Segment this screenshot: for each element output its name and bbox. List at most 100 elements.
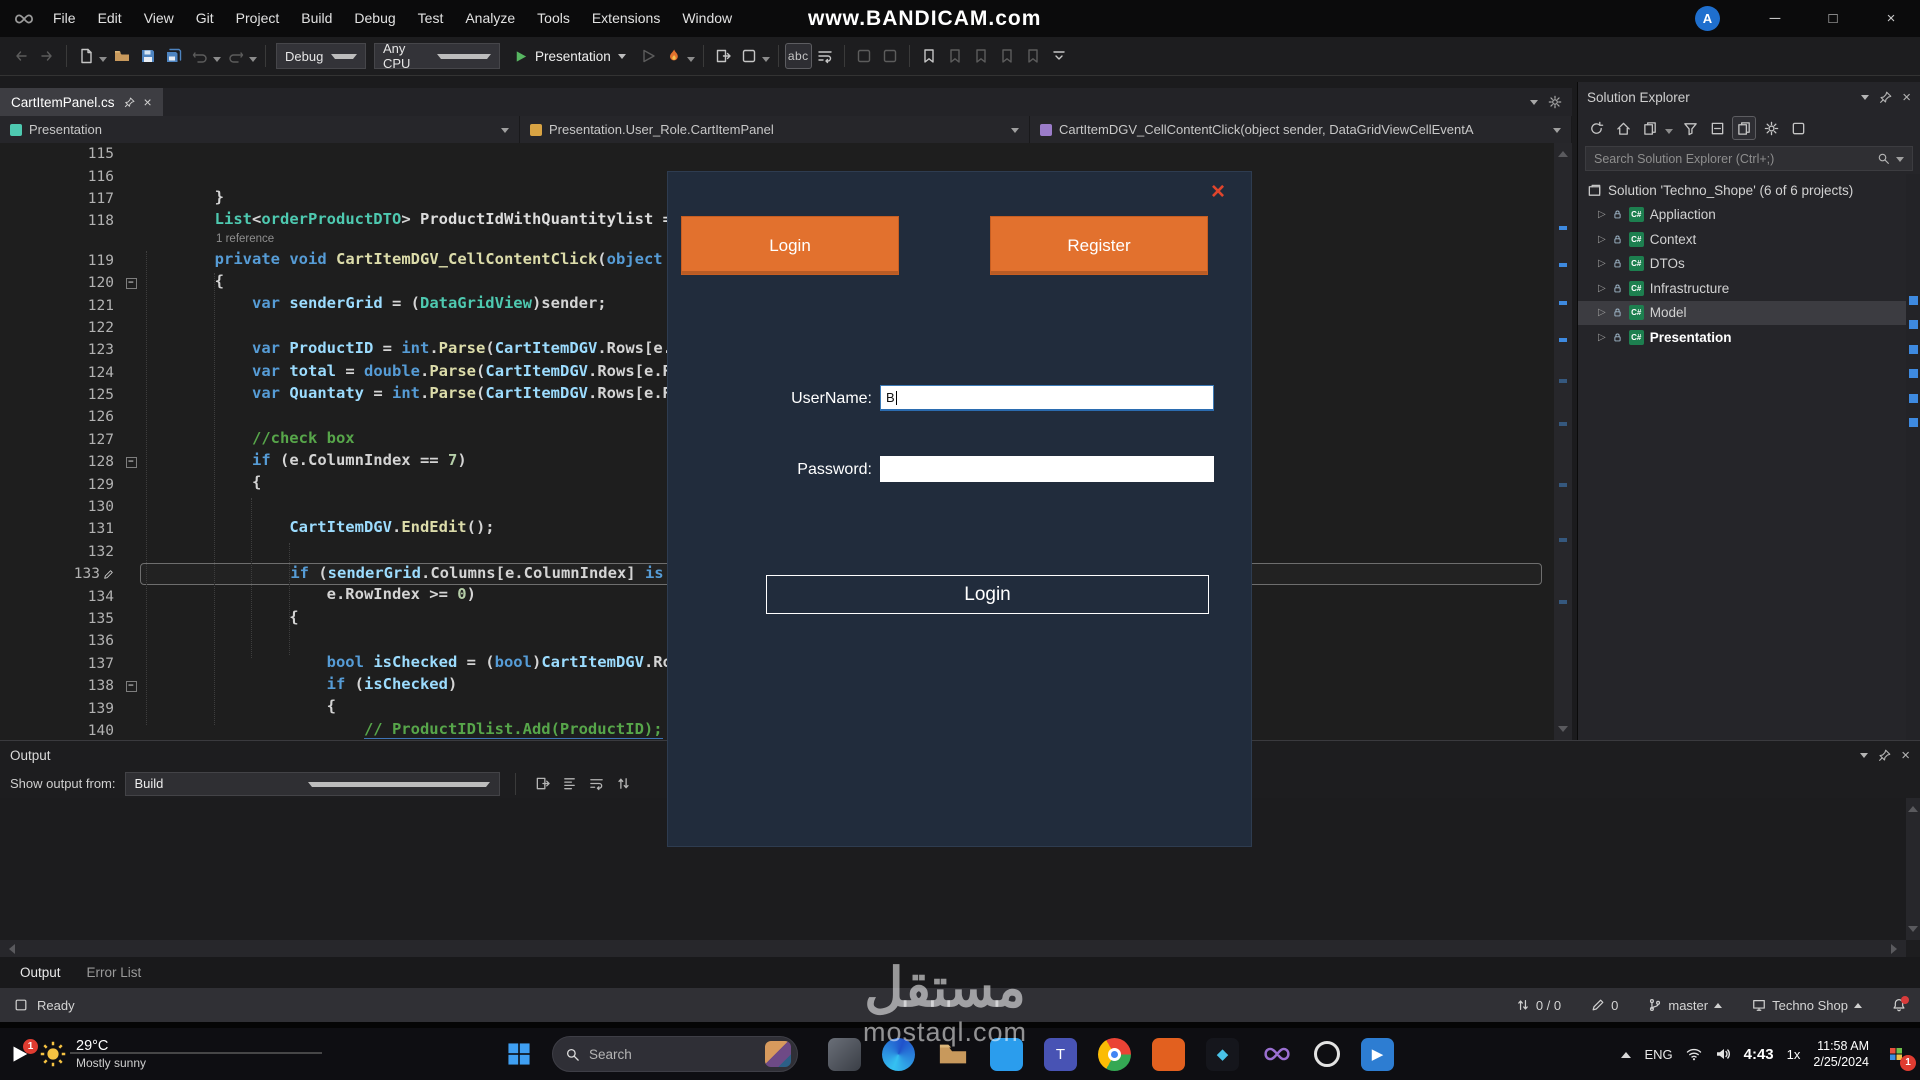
breadcrumb-1[interactable]: Presentation.User_Role.CartItemPanel — [520, 116, 1030, 143]
line-change-counter[interactable]: 0 / 0 — [1516, 998, 1561, 1013]
minimize-button[interactable]: ─ — [1746, 0, 1804, 37]
search-highlight-thumbnail[interactable] — [765, 1041, 791, 1067]
bandicam-scrub-bar[interactable] — [70, 1052, 322, 1054]
show-all-files-icon[interactable] — [1732, 116, 1756, 140]
visual-studio-icon[interactable] — [1260, 1038, 1293, 1071]
goto-message-icon[interactable] — [531, 772, 554, 795]
build-profile-icon[interactable] — [736, 43, 762, 69]
opera-browser-icon[interactable] — [1314, 1041, 1340, 1067]
output-source-dropdown[interactable]: Build — [125, 772, 500, 796]
login-submit-button[interactable]: Login — [766, 575, 1209, 614]
scrollbar-up-arrow[interactable] — [1558, 146, 1568, 157]
line-number[interactable]: 128 — [0, 451, 122, 473]
breadcrumb-0[interactable]: Presentation — [0, 116, 520, 143]
line-number[interactable]: 115 — [0, 143, 122, 165]
clock[interactable]: 11:58 AM 2/25/2024 — [1813, 1038, 1869, 1071]
tree-item-presentation[interactable]: ▷C#Presentation — [1578, 325, 1920, 350]
sync-with-active-document-icon[interactable] — [1584, 116, 1608, 140]
start-debugging-button[interactable]: Presentation — [504, 49, 635, 64]
solution-configurations-dropdown[interactable]: Debug — [276, 43, 366, 69]
dropdown-chevron-icon[interactable] — [762, 57, 770, 66]
pending-changes-filter-icon[interactable] — [1678, 116, 1702, 140]
close-panel-icon[interactable]: × — [1902, 89, 1911, 106]
close-tab-icon[interactable]: × — [144, 95, 152, 109]
line-number[interactable]: 121 — [0, 294, 122, 316]
tree-item-context[interactable]: ▷C#Context — [1578, 227, 1920, 252]
switch-views-icon[interactable] — [1638, 116, 1662, 140]
dropdown-chevron-icon[interactable] — [1665, 129, 1673, 138]
bandicam-app-icon[interactable] — [1152, 1038, 1185, 1071]
autoscroll-icon[interactable] — [612, 772, 635, 795]
menu-analyze[interactable]: Analyze — [454, 0, 526, 37]
tree-item-solution[interactable]: Solution 'Techno_Shope' (6 of 6 projects… — [1578, 178, 1920, 203]
register-tab-button[interactable]: Register — [990, 216, 1208, 275]
tree-item-appliaction[interactable]: ▷C#Appliaction — [1578, 203, 1920, 228]
line-number[interactable]: 133 — [0, 563, 122, 585]
menu-edit[interactable]: Edit — [87, 0, 133, 37]
uncomment-selection-icon[interactable] — [877, 43, 903, 69]
redo-icon[interactable] — [223, 43, 249, 69]
line-number[interactable]: 124 — [0, 362, 122, 384]
account-avatar[interactable]: A — [1695, 6, 1720, 31]
menu-test[interactable]: Test — [407, 0, 455, 37]
scrollbar-left-arrow[interactable] — [4, 944, 15, 954]
tray-overflow-chevron-icon[interactable] — [1621, 1047, 1631, 1058]
chevron-right-icon[interactable]: ▷ — [1598, 234, 1606, 245]
line-number[interactable]: 138 — [0, 675, 122, 697]
taskbar-search[interactable]: Search — [552, 1036, 798, 1072]
line-number[interactable]: 123 — [0, 339, 122, 361]
menu-window[interactable]: Window — [671, 0, 743, 37]
git-branch-selector[interactable]: master — [1648, 998, 1722, 1013]
movies-tv-icon[interactable]: ▶ — [1361, 1038, 1394, 1071]
file-explorer-icon[interactable] — [936, 1038, 969, 1071]
pending-edits-indicator[interactable]: 0 — [1591, 998, 1618, 1013]
scrollbar-right-arrow[interactable] — [1891, 944, 1902, 954]
menu-project[interactable]: Project — [225, 0, 291, 37]
language-indicator[interactable]: ENG — [1644, 1047, 1672, 1062]
start-without-debugging-icon[interactable] — [635, 43, 661, 69]
clear-all-icon[interactable] — [558, 772, 581, 795]
show-whitespace-icon[interactable]: abc — [785, 43, 812, 69]
menu-extensions[interactable]: Extensions — [581, 0, 671, 37]
line-number[interactable]: 127 — [0, 429, 122, 451]
new-project-icon[interactable] — [73, 43, 99, 69]
close-button[interactable]: × — [1862, 0, 1920, 37]
home-icon[interactable] — [1611, 116, 1635, 140]
next-bookmark-icon[interactable] — [968, 43, 994, 69]
hot-reload-icon[interactable] — [661, 43, 687, 69]
start-button[interactable] — [506, 1041, 532, 1067]
menu-debug[interactable]: Debug — [343, 0, 406, 37]
previous-bookmark-icon[interactable] — [942, 43, 968, 69]
menu-file[interactable]: File — [42, 0, 87, 37]
line-number[interactable]: 125 — [0, 384, 122, 406]
search-options-chevron-icon[interactable] — [1896, 157, 1904, 166]
chevron-right-icon[interactable]: ▷ — [1598, 283, 1606, 294]
line-number[interactable]: 116 — [0, 165, 122, 187]
wifi-icon[interactable] — [1686, 1046, 1702, 1062]
vscode-icon[interactable] — [990, 1038, 1023, 1071]
panel-position-chevron-icon[interactable] — [1861, 95, 1869, 104]
line-number[interactable]: 134 — [0, 585, 122, 607]
breadcrumb-2[interactable]: CartItemDGV_CellContentClick(object send… — [1030, 116, 1572, 143]
login-tab-button[interactable]: Login — [681, 216, 899, 275]
search-icon[interactable] — [1877, 152, 1890, 165]
line-number[interactable]: 126 — [0, 406, 122, 428]
attach-to-process-icon[interactable] — [710, 43, 736, 69]
bookmarks-window-icon[interactable] — [994, 43, 1020, 69]
edge-browser-icon[interactable] — [882, 1038, 915, 1071]
solution-explorer-scrollbar[interactable] — [1906, 174, 1920, 740]
panel-tab-error-list[interactable]: Error List — [77, 965, 152, 980]
volume-icon[interactable] — [1715, 1046, 1731, 1062]
chevron-right-icon[interactable]: ▷ — [1598, 209, 1606, 220]
line-number[interactable]: 136 — [0, 630, 122, 652]
open-file-icon[interactable] — [109, 43, 135, 69]
tree-item-model[interactable]: ▷C#Model — [1578, 301, 1920, 326]
dropdown-chevron-icon[interactable] — [99, 57, 107, 66]
panel-tab-output[interactable]: Output — [10, 965, 71, 980]
save-icon[interactable] — [135, 43, 161, 69]
clear-bookmarks-icon[interactable] — [1020, 43, 1046, 69]
properties-icon[interactable] — [1759, 116, 1783, 140]
line-number[interactable]: 129 — [0, 473, 122, 495]
line-number[interactable]: 117 — [0, 188, 122, 210]
chevron-right-icon[interactable]: ▷ — [1598, 307, 1606, 318]
